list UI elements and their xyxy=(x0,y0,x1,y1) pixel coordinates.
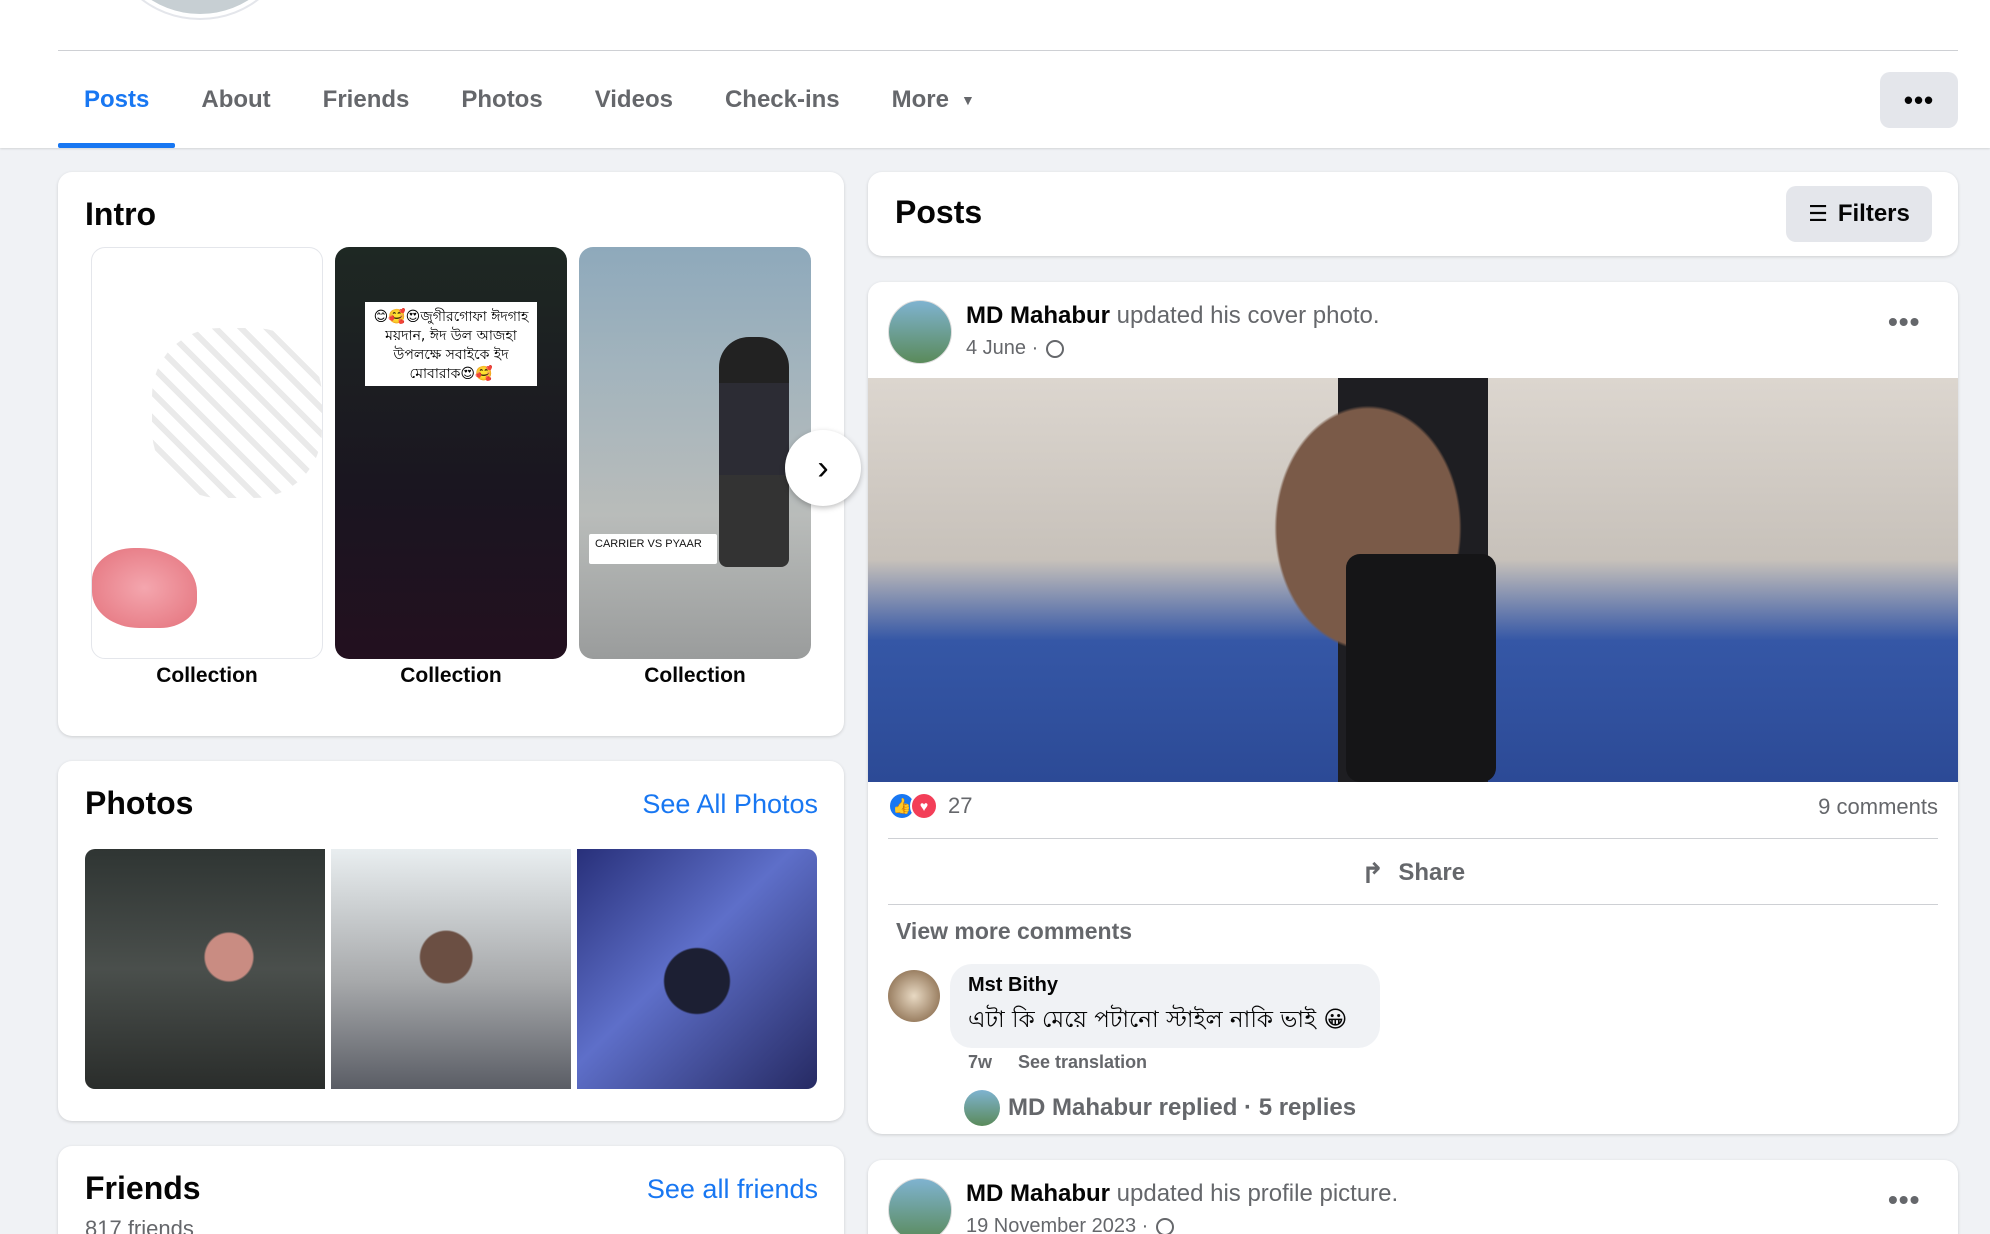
collection-label: Collection xyxy=(644,664,746,687)
profile-tabs: Posts About Friends Photos Videos Check-… xyxy=(58,52,1001,148)
reply-avatar xyxy=(964,1090,1000,1126)
posts-header-card: Posts ☰ Filters xyxy=(868,172,1958,256)
see-all-friends-link[interactable]: See all friends xyxy=(647,1174,818,1205)
comment-bubble: Mst Bithy এটা কি মেয়ে পটানো স্টাইল নাকি… xyxy=(950,964,1380,1048)
sliders-icon: ☰ xyxy=(1808,201,1828,226)
share-icon: ↱ xyxy=(1360,857,1385,889)
commenter-avatar[interactable] xyxy=(888,970,940,1022)
friends-count: 817 friends xyxy=(85,1216,194,1234)
horizontal-dots-icon: ••• xyxy=(1903,84,1935,115)
post-card: MD Mahabur updated his profile picture. … xyxy=(868,1160,1958,1234)
filters-button[interactable]: ☰ Filters xyxy=(1786,186,1932,242)
tab-label: Friends xyxy=(322,86,410,113)
tab-posts[interactable]: Posts xyxy=(58,52,176,148)
comments-count[interactable]: 9 comments xyxy=(1818,794,1938,820)
tab-label: More xyxy=(891,86,949,113)
see-translation-link[interactable]: See translation xyxy=(1018,1052,1147,1073)
reactions-summary[interactable]: 👍 ♥ 27 xyxy=(888,792,972,820)
collection-label: Collection xyxy=(400,664,502,687)
tab-about[interactable]: About xyxy=(175,52,296,148)
author-name[interactable]: MD Mahabur xyxy=(966,302,1110,329)
view-more-comments-link[interactable]: View more comments xyxy=(896,918,1132,945)
profile-avatar[interactable] xyxy=(110,0,290,18)
post-meta: 4 June · xyxy=(966,337,1065,360)
tab-label: Videos xyxy=(594,86,673,113)
person-figure xyxy=(719,337,789,567)
intro-title: Intro xyxy=(85,196,157,232)
tab-check-ins[interactable]: Check-ins xyxy=(699,52,866,148)
tab-label: About xyxy=(201,86,271,113)
photos-card: Photos See All Photos xyxy=(58,761,844,1121)
friends-title: Friends xyxy=(85,1170,201,1206)
share-button[interactable]: ↱ Share xyxy=(888,842,1938,904)
cover-photo[interactable] xyxy=(868,378,1958,782)
friends-card: Friends See all friends 817 friends xyxy=(58,1146,844,1234)
replies-link[interactable]: MD Mahabur replied · 5 replies xyxy=(964,1090,1356,1126)
blurred-photo xyxy=(152,328,322,498)
post-action: updated his cover photo. xyxy=(1110,302,1380,329)
caret-down-icon: ▼ xyxy=(961,92,975,108)
reaction-count: 27 xyxy=(948,793,973,818)
tab-label: Posts xyxy=(84,86,150,113)
tab-videos[interactable]: Videos xyxy=(569,52,699,148)
post-action: updated his profile picture. xyxy=(1110,1180,1399,1207)
photo-thumb[interactable] xyxy=(577,849,817,1089)
heart-icon: ♥ xyxy=(910,792,938,820)
tab-more[interactable]: More ▼ xyxy=(866,52,1001,148)
author-name[interactable]: MD Mahabur xyxy=(966,1180,1110,1207)
collection-thumb-1[interactable] xyxy=(91,247,323,659)
comment-text: এটা কি মেয়ে পটানো স্টাইল নাকি ভাই 😀 xyxy=(968,1007,1348,1033)
collection-note: 😊🥰😍জুগীরগোফা ঈদগাহ ময়দান, ঈদ উল আজহা উপ… xyxy=(365,302,537,386)
author-avatar[interactable] xyxy=(888,1178,952,1234)
share-label: Share xyxy=(1398,859,1466,886)
post-meta: 19 November 2023 · xyxy=(966,1215,1175,1234)
chevron-right-icon[interactable]: › xyxy=(785,430,861,506)
decorative-shape xyxy=(92,548,197,628)
photo-thumb[interactable] xyxy=(85,849,325,1089)
collection-label: Collection xyxy=(156,664,258,687)
posts-title: Posts xyxy=(895,194,983,230)
collection-thumb-2[interactable]: 😊🥰😍জুগীরগোফা ঈদগাহ ময়দান, ঈদ উল আজহা উপ… xyxy=(335,247,567,659)
divider xyxy=(888,904,1938,905)
post-header-text: MD Mahabur updated his cover photo. xyxy=(966,302,1380,330)
filters-label: Filters xyxy=(1837,200,1910,227)
comment-meta: 7w See translation xyxy=(968,1052,1147,1073)
author-avatar[interactable] xyxy=(888,300,952,364)
tab-photos[interactable]: Photos xyxy=(435,52,568,148)
intro-card: Intro Collection 😊🥰😍জুগীরগোফা ঈদগাহ ময়দ… xyxy=(58,172,844,736)
post-card: MD Mahabur updated his cover photo. 4 Ju… xyxy=(868,282,1958,1134)
tab-friends[interactable]: Friends xyxy=(297,52,436,148)
collection-thumb-3[interactable]: CARRIER VS PYAAR xyxy=(579,247,811,659)
header-divider xyxy=(58,50,1958,51)
post-date[interactable]: 19 November 2023 · xyxy=(966,1215,1148,1234)
comment-time[interactable]: 7w xyxy=(968,1052,992,1073)
phone-in-photo xyxy=(1346,554,1496,782)
replies-label: MD Mahabur replied · 5 replies xyxy=(1008,1094,1357,1121)
post-options-icon[interactable]: ••• xyxy=(1888,1184,1920,1216)
post-date[interactable]: 4 June · xyxy=(966,337,1038,360)
divider xyxy=(888,838,1938,839)
globe-icon xyxy=(1156,1217,1175,1234)
profile-header: Posts About Friends Photos Videos Check-… xyxy=(0,0,1990,148)
photos-title: Photos xyxy=(85,785,194,821)
post-options-icon[interactable]: ••• xyxy=(1888,306,1920,338)
commenter-name[interactable]: Mst Bithy xyxy=(968,974,1362,997)
globe-icon xyxy=(1046,339,1065,358)
post-header-text: MD Mahabur updated his profile picture. xyxy=(966,1180,1398,1208)
more-options-button[interactable]: ••• xyxy=(1880,72,1958,128)
tab-label: Photos xyxy=(461,86,543,113)
collection-tag: CARRIER VS PYAAR xyxy=(589,534,717,564)
see-all-photos-link[interactable]: See All Photos xyxy=(642,789,818,820)
photo-thumb[interactable] xyxy=(331,849,571,1089)
tab-label: Check-ins xyxy=(724,86,840,113)
